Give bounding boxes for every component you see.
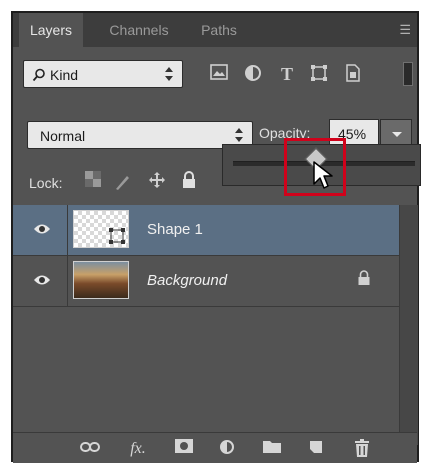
- shape-filter-icon[interactable]: [309, 64, 329, 84]
- type-filter-icon[interactable]: T: [277, 64, 297, 84]
- blend-mode-dropdown[interactable]: Normal: [27, 121, 253, 149]
- filter-toggle-switch[interactable]: [403, 62, 413, 86]
- updown-arrows-icon: [234, 126, 244, 144]
- image-filter-icon[interactable]: [209, 64, 229, 84]
- panel-tab-bar: Layers Channels Paths ☰: [13, 13, 417, 47]
- tab-paths[interactable]: Paths: [189, 13, 249, 47]
- panel-menu-icon[interactable]: ☰: [399, 22, 411, 38]
- blend-mode-value: Normal: [40, 128, 86, 144]
- filter-kind-dropdown[interactable]: Kind: [23, 60, 183, 88]
- lock-transparent-pixels-icon[interactable]: [83, 171, 103, 193]
- eye-icon[interactable]: [33, 273, 51, 287]
- trash-icon[interactable]: [351, 439, 373, 459]
- divider: [67, 205, 68, 255]
- layer-name: Shape 1: [147, 221, 203, 238]
- fx-icon[interactable]: fx.: [127, 439, 149, 459]
- filter-kind-label: Kind: [50, 67, 79, 83]
- divider: [67, 256, 68, 306]
- new-layer-icon[interactable]: [305, 439, 327, 459]
- tab-channels[interactable]: Channels: [97, 13, 181, 47]
- tab-layers[interactable]: Layers: [19, 13, 83, 47]
- lock-image-pixels-icon[interactable]: [113, 171, 133, 193]
- panel-bottom-bar: fx.: [13, 432, 417, 463]
- search-icon: [32, 68, 45, 82]
- lock-position-icon[interactable]: [147, 171, 167, 193]
- new-group-icon[interactable]: [261, 439, 283, 459]
- layer-name: Background: [147, 272, 228, 289]
- smart-object-filter-icon[interactable]: [343, 64, 363, 84]
- layer-thumbnail: [73, 210, 129, 248]
- eye-icon[interactable]: [33, 222, 51, 236]
- layer-row-shape-1[interactable]: Shape 1: [13, 205, 399, 256]
- layers-panel: Layers Channels Paths ☰ Kind T Normal Op…: [11, 11, 421, 463]
- mouse-cursor-icon: [313, 161, 333, 189]
- updown-arrows-icon: [164, 65, 174, 83]
- layer-row-background[interactable]: Background: [13, 256, 399, 307]
- lock-icon: [358, 270, 370, 285]
- layer-thumbnail: [73, 261, 129, 299]
- vector-mask-icon: [109, 228, 125, 244]
- lock-all-icon[interactable]: [179, 171, 199, 193]
- adjustment-layer-icon[interactable]: [217, 439, 239, 459]
- lock-label: Lock:: [29, 175, 63, 191]
- adjustment-filter-icon[interactable]: [243, 64, 263, 84]
- link-layers-icon[interactable]: [79, 439, 101, 459]
- add-mask-icon[interactable]: [173, 439, 195, 459]
- layers-list: Shape 1 Background: [13, 205, 399, 307]
- layers-scrollbar[interactable]: [399, 205, 418, 445]
